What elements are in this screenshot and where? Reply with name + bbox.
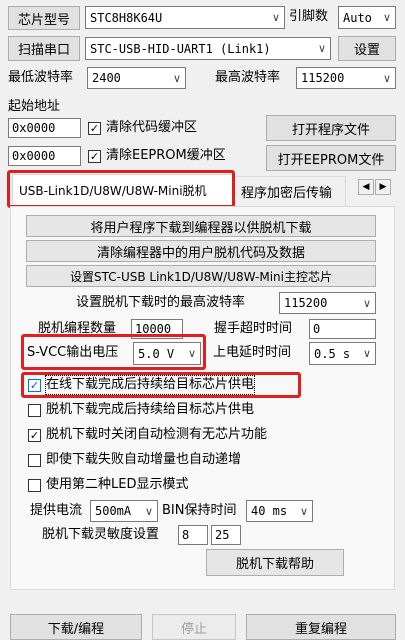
second-led-mode-checkbox[interactable]: 使用第二种LED显示模式 [28,476,188,494]
chevron-down-icon: ∨ [144,504,154,518]
bin-hold-time-label: BIN保持时间 [162,503,237,518]
offline-keep-power-checkbox[interactable]: 脱机下载完成后持续给目标芯片供电 [28,401,254,419]
checkbox-box[interactable] [88,121,101,135]
handshake-timeout-label: 握手超时时间 [214,321,293,336]
chevron-down-icon: ∨ [299,504,309,518]
sensitivity-input-b[interactable]: 25 [211,525,241,545]
chevron-down-icon: ∨ [317,42,327,55]
repeat-program-button[interactable]: 重复编程 [246,614,396,640]
tab-scroll-right-icon[interactable]: ▶ [375,179,391,195]
online-keep-power-checkbox[interactable]: 在线下载完成后持续给目标芯片供电 [28,375,256,395]
bin-hold-time-select[interactable]: 40 ms ∨ [246,500,313,522]
offline-max-baud-value: 115200 [284,296,328,310]
handshake-timeout-input[interactable]: 0 [309,319,376,339]
chip-model-select[interactable]: STC8H8K64U ∨ [85,6,285,29]
chip-model-label: 芯片型号 [8,6,80,30]
min-baud-label: 最低波特率 [8,70,74,85]
sensitivity-label: 脱机下载灵敏度设置 [42,527,160,542]
power-on-delay-value: 0.5 s [314,346,351,361]
checkbox-box[interactable] [28,478,41,492]
chevron-down-icon: ∨ [187,347,197,360]
checkbox-box[interactable] [28,378,41,392]
sensitivity-input-a[interactable]: 8 [178,525,208,545]
tab-usb-link1d-offline[interactable]: USB-Link1D/U8W/U8W-Mini脱机 [12,174,234,206]
port-value: STC-USB-HID-UART1 (Link1) [90,41,271,56]
tab-encrypted-transfer-label: 程序加密后传输 [241,186,333,201]
chevron-down-icon: ∨ [172,71,182,85]
checkbox-box[interactable] [28,453,41,467]
tab-encrypted-transfer[interactable]: 程序加密后传输 [234,176,346,206]
second-led-mode-label: 使用第二种LED显示模式 [46,477,189,492]
max-baud-value: 115200 [301,71,345,85]
chevron-down-icon: ∨ [362,296,372,310]
stop-button[interactable]: 停止 [152,614,236,640]
offline-help-button[interactable]: 脱机下载帮助 [206,549,344,576]
pin-count-value: Auto [343,10,372,25]
offline-max-baud-select[interactable]: 115200 ∨ [279,292,376,314]
eeprom-address-input[interactable]: 0x0000 [8,146,81,166]
code-address-input[interactable]: 0x0000 [8,118,81,138]
offline-keep-power-label: 脱机下载完成后持续给目标芯片供电 [46,402,255,417]
auto-increment-on-fail-label: 即使下载失败自动增量也自动递增 [46,452,242,467]
chevron-down-icon: ∨ [271,11,281,24]
clear-eeprom-buffer-label: 清除EEPROM缓冲区 [106,148,226,163]
auto-increment-on-fail-checkbox[interactable]: 即使下载失败自动增量也自动递增 [28,451,241,469]
svcc-voltage-select[interactable]: 5.0 V ∨ [133,342,201,365]
clear-programmer-code-button[interactable]: 清除编程器中的用户脱机代码及数据 [26,240,376,262]
chevron-down-icon: ∨ [362,347,372,360]
clear-code-buffer-checkbox[interactable]: 清除代码缓冲区 [88,119,197,137]
max-baud-label: 最高波特率 [215,70,281,85]
svcc-voltage-label: S-VCC输出电压 [27,345,119,360]
checkbox-box[interactable] [28,428,41,442]
start-address-label: 起始地址 [8,99,61,114]
supply-current-value: 500mA [95,504,132,518]
pin-count-select[interactable]: Auto ∨ [338,6,396,29]
open-eeprom-file-button[interactable]: 打开EEPROM文件 [266,145,396,171]
clear-code-buffer-label: 清除代码缓冲区 [106,120,198,135]
supply-current-select[interactable]: 500mA ∨ [90,500,158,522]
clear-eeprom-buffer-checkbox[interactable]: 清除EEPROM缓冲区 [88,147,226,165]
power-on-delay-select[interactable]: 0.5 s ∨ [309,342,376,365]
open-program-file-button[interactable]: 打开程序文件 [266,115,396,141]
power-on-delay-label: 上电延时时间 [213,345,292,360]
chevron-down-icon: ∨ [382,11,392,24]
chevron-down-icon: ∨ [382,71,392,85]
port-select[interactable]: STC-USB-HID-UART1 (Link1) ∨ [85,37,331,60]
scan-port-button[interactable]: 扫描串口 [8,36,80,61]
online-keep-power-label: 在线下载完成后持续给目标芯片供电 [44,375,256,395]
supply-current-label: 提供电流 [30,503,83,518]
chip-model-value: STC8H8K64U [90,10,163,25]
offline-count-label: 脱机编程数量 [38,321,117,336]
disable-auto-detect-checkbox[interactable]: 脱机下载时关闭自动检测有无芯片功能 [28,426,267,444]
offline-max-baud-label: 设置脱机下载时的最高波特率 [76,295,246,310]
port-settings-button[interactable]: 设置 [338,36,396,61]
checkbox-box[interactable] [88,149,101,163]
max-baud-select[interactable]: 115200 ∨ [296,67,396,89]
tab-scroll-left-icon[interactable]: ◀ [358,179,374,195]
pin-count-label: 引脚数 [289,9,329,24]
disable-auto-detect-label: 脱机下载时关闭自动检测有无芯片功能 [46,427,268,442]
offline-count-input[interactable]: 10000 [131,319,183,339]
setup-master-chip-button[interactable]: 设置STC-USB Link1D/U8W/U8W-Mini主控芯片 [26,265,376,287]
bin-hold-time-value: 40 ms [251,504,288,518]
download-to-programmer-button[interactable]: 将用户程序下载到编程器以供脱机下载 [26,215,376,237]
download-program-button[interactable]: 下载/编程 [10,614,142,640]
tab-usb-link1d-offline-label: USB-Link1D/U8W/U8W-Mini脱机 [19,184,207,198]
min-baud-select[interactable]: 2400 ∨ [87,67,186,89]
svcc-voltage-value: 5.0 V [138,346,175,361]
min-baud-value: 2400 [92,71,121,85]
checkbox-box[interactable] [28,403,41,417]
